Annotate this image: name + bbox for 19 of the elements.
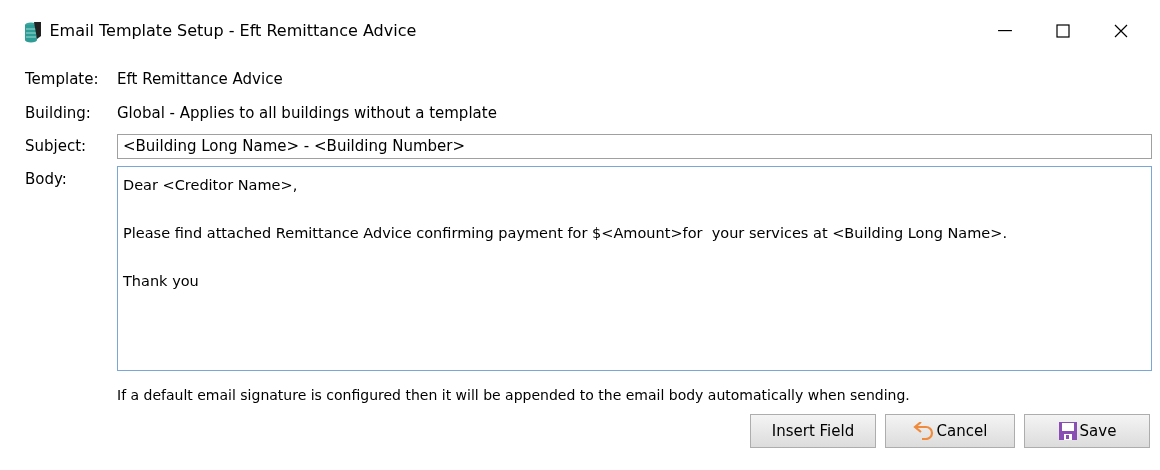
undo-icon [912, 422, 935, 441]
field-label: Template: [25, 68, 100, 90]
maximize-icon [1055, 23, 1071, 39]
field-label: Building: [25, 102, 92, 124]
subject-field[interactable]: <Building Long Name> - <Building Number> [117, 133, 1152, 159]
field-value: Eft Remittance Advice [117, 68, 283, 90]
insert-field-button[interactable]: Insert Field [750, 414, 876, 449]
field-label: Body: [25, 169, 68, 191]
save-button[interactable]: Save [1024, 414, 1150, 449]
field-value: Global - Applies to all buildings without a template [117, 102, 497, 124]
save-icon [1057, 421, 1078, 442]
cancel-button[interactable]: Cancel [885, 414, 1015, 449]
app-icon [24, 19, 42, 43]
field-label: Subject: [25, 136, 88, 157]
close-icon [1113, 23, 1129, 39]
minimize-icon [997, 30, 1013, 32]
window-title: Email Template Setup - Eft Remittance Advice [49, 20, 418, 42]
body-field[interactable]: Dear <Creditor Name>, Please find attached Remittance Advice confirming payment for $<Amount>for your services at <Building Long Name>. Thank you [117, 166, 1152, 372]
signature-note: If a default email signature is configured then it will be appended to the email body automatically when sending. [117, 387, 910, 404]
